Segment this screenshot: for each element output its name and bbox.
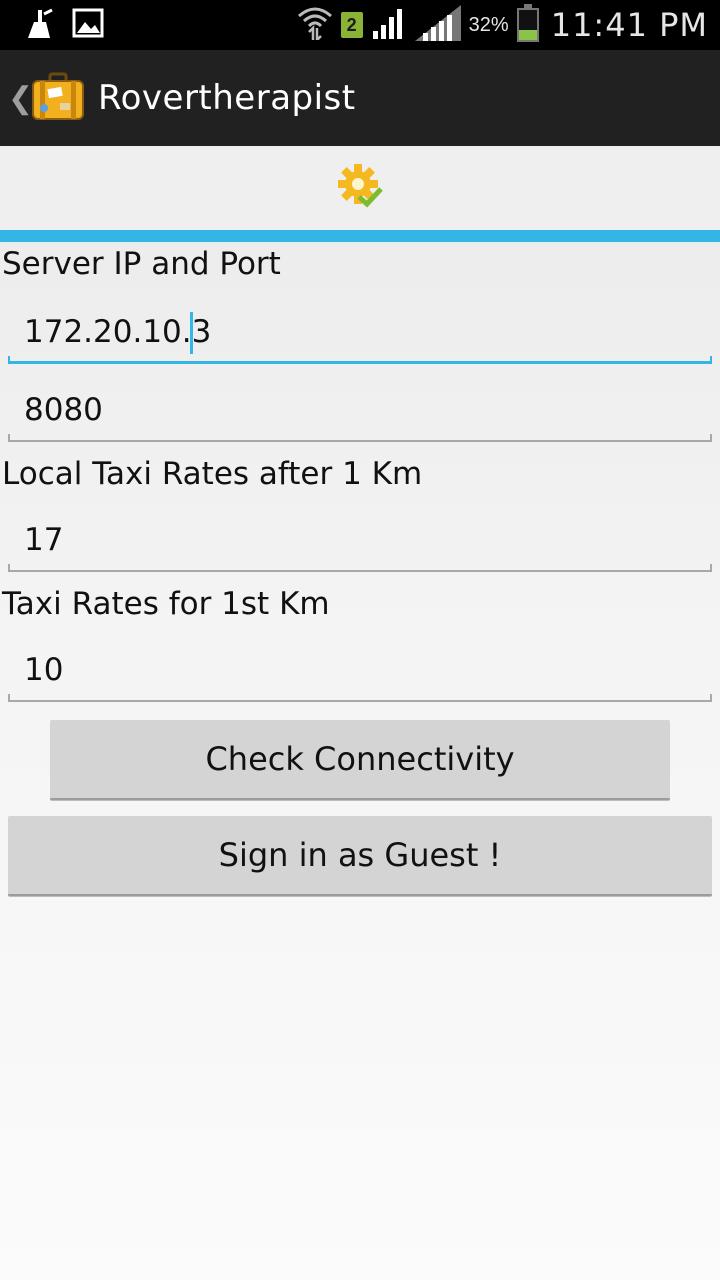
clock: 11:41 PM [550, 6, 708, 44]
action-bar: ❮ Rovertherapist [0, 50, 720, 146]
server-port-input[interactable] [8, 382, 712, 438]
text-cursor [190, 312, 193, 354]
cleaner-icon [24, 8, 54, 45]
up-caret-icon[interactable]: ❮ [8, 81, 33, 116]
battery-percent: 32% [468, 13, 509, 36]
check-connectivity-button[interactable]: Check Connectivity [50, 720, 670, 800]
local-taxi-rate-label: Local Taxi Rates after 1 Km [2, 456, 423, 492]
server-port-field[interactable] [8, 382, 712, 442]
signal-icon [371, 7, 407, 44]
sim-slot-badge: 2 [340, 12, 363, 38]
battery-icon [516, 4, 539, 42]
wifi-icon [297, 6, 333, 45]
server-ip-port-label: Server IP and Port [2, 246, 281, 282]
image-icon [72, 8, 104, 45]
first-km-rate-label: Taxi Rates for 1st Km [2, 586, 330, 622]
first-km-rate-input[interactable] [8, 642, 712, 698]
server-ip-field[interactable] [8, 304, 712, 364]
server-ip-input[interactable] [8, 304, 712, 360]
app-title: Rovertherapist [98, 78, 356, 118]
local-taxi-rate-input[interactable] [8, 512, 712, 568]
tab-indicator [0, 230, 720, 242]
settings-gear-icon [337, 163, 383, 214]
local-taxi-rate-field[interactable] [8, 512, 712, 572]
first-km-rate-field[interactable] [8, 642, 712, 702]
sign-in-guest-button[interactable]: Sign in as Guest ! [8, 816, 712, 896]
suitcase-icon[interactable] [30, 70, 86, 126]
signal-icon-2 [414, 4, 461, 46]
tab-settings[interactable] [0, 146, 720, 230]
status-bar: 2 32% 11:41 PM [0, 0, 720, 50]
